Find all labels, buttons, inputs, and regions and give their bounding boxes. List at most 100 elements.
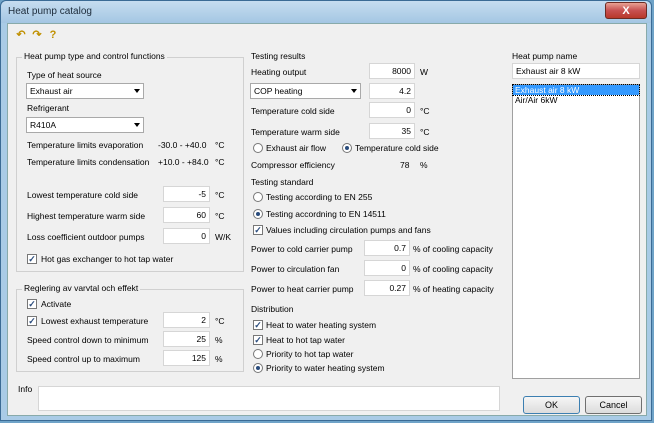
fan-field[interactable]: 0 xyxy=(364,260,410,276)
lowest-cold-label: Lowest temperature cold side xyxy=(27,190,139,200)
list-item[interactable]: Air/Air 6kW xyxy=(513,95,639,105)
cond-label: Temperature limits condensation xyxy=(27,157,150,167)
activate-checkbox[interactable]: ✓ xyxy=(27,299,37,309)
speed-down-label: Speed control down to minimum xyxy=(27,335,149,345)
heat-pump-power-label: Power to heat carrier pump xyxy=(251,284,354,294)
exhaust-air-flow-radio[interactable] xyxy=(253,143,263,153)
undo-icon[interactable]: ↶ xyxy=(14,28,28,42)
evap-label: Temperature limits evaporation xyxy=(27,140,144,150)
highest-warm-unit: °C xyxy=(215,211,225,221)
warm-side-field[interactable]: 35 xyxy=(369,123,415,139)
cancel-button[interactable]: Cancel xyxy=(585,396,642,414)
water-heating-label: Heat to water heating system xyxy=(266,320,377,330)
cop-select-value: COP heating xyxy=(254,86,303,96)
heat-pump-power-unit: % of heating capacity xyxy=(413,284,494,294)
warm-side-unit: °C xyxy=(420,127,430,137)
fan-label: Power to circulation fan xyxy=(251,264,340,274)
heat-pump-name-field[interactable]: Exhaust air 8 kW xyxy=(512,63,640,79)
temperature-cold-side-radio[interactable] xyxy=(342,143,352,153)
hotgas-label: Hot gas exchanger to hot tap water xyxy=(41,254,174,264)
fan-unit: % of cooling capacity xyxy=(413,264,493,274)
en255-radio[interactable] xyxy=(253,192,263,202)
heating-output-field[interactable]: 8000 xyxy=(369,63,415,79)
compressor-unit: % xyxy=(420,160,428,170)
distribution-title: Distribution xyxy=(251,304,294,314)
lowest-cold-unit: °C xyxy=(215,190,225,200)
speed-down-unit: % xyxy=(215,335,223,345)
values-incl-label: Values including circulation pumps and f… xyxy=(266,225,431,235)
speed-down-field[interactable]: 25 xyxy=(163,331,210,347)
info-label: Info xyxy=(18,384,33,394)
heat-source-select[interactable]: Exhaust air xyxy=(26,83,144,99)
cold-side-field[interactable]: 0 xyxy=(369,102,415,118)
loss-field[interactable]: 0 xyxy=(163,228,210,244)
chevron-down-icon xyxy=(134,123,140,127)
compressor-value: 78 xyxy=(400,160,410,170)
loss-label: Loss coefficient outdoor pumps xyxy=(27,232,145,242)
water-heating-checkbox[interactable]: ✓ xyxy=(253,320,263,330)
speed-up-field[interactable]: 125 xyxy=(163,350,210,366)
values-incl-checkbox[interactable]: ✓ xyxy=(253,225,263,235)
highest-warm-field[interactable]: 60 xyxy=(163,207,210,223)
en14511-label: Testing accordning to EN 14511 xyxy=(266,209,386,219)
refrigerant-select[interactable]: R410A xyxy=(26,117,144,133)
redo-icon[interactable]: ↷ xyxy=(30,28,44,42)
chevron-down-icon xyxy=(134,89,140,93)
source-label: Type of heat source xyxy=(27,70,102,80)
en255-label: Testing according to EN 255 xyxy=(266,192,373,202)
evap-value: -30.0 - +40.0 xyxy=(158,140,207,150)
hot-tap-label: Heat to hot tap water xyxy=(266,335,345,345)
cond-unit: °C xyxy=(215,157,225,167)
cop-field[interactable]: 4.2 xyxy=(369,83,415,99)
heat-source-value: Exhaust air xyxy=(30,86,73,96)
heat-pump-name-label: Heat pump name xyxy=(512,51,578,61)
help-icon[interactable]: ? xyxy=(46,28,60,42)
lowest-exhaust-label: Lowest exhaust temperature xyxy=(41,316,149,326)
speed-up-label: Speed control up to maximum xyxy=(27,354,140,364)
dialog-body: ↶ ↷ ? Heat pump type and control functio… xyxy=(7,23,647,416)
priority-hot-tap-radio[interactable] xyxy=(253,349,263,359)
group-title: Reglering av varvtal och effekt xyxy=(22,283,141,293)
temperature-cold-side-label: Temperature cold side xyxy=(355,143,439,153)
title-bar[interactable]: Heat pump catalog X xyxy=(1,1,651,23)
close-button[interactable]: X xyxy=(605,2,647,19)
cold-pump-unit: % of cooling capacity xyxy=(413,244,493,254)
ok-button[interactable]: OK xyxy=(523,396,580,414)
priority-hot-tap-label: Priority to hot tap water xyxy=(266,349,354,359)
compressor-label: Compressor efficiency xyxy=(251,160,335,170)
exhaust-air-flow-label: Exhaust air flow xyxy=(266,143,326,153)
cold-pump-label: Power to cold carrier pump xyxy=(251,244,353,254)
cold-side-unit: °C xyxy=(420,106,430,116)
cold-pump-field[interactable]: 0.7 xyxy=(364,240,410,256)
evap-unit: °C xyxy=(215,140,225,150)
chevron-down-icon xyxy=(351,89,357,93)
priority-water-label: Priority to water heating system xyxy=(266,363,385,373)
heating-output-unit: W xyxy=(420,67,429,77)
heat-pump-power-field[interactable]: 0.27 xyxy=(364,280,410,296)
loss-unit: W/K xyxy=(215,232,232,242)
warm-side-label: Temperature warm side xyxy=(251,127,340,137)
testing-standard-title: Testing standard xyxy=(251,177,314,187)
hotgas-checkbox[interactable]: ✓ xyxy=(27,254,37,264)
en14511-radio[interactable] xyxy=(253,209,263,219)
dialog-window: Heat pump catalog X ↶ ↷ ? Heat pump type… xyxy=(0,0,652,421)
refrigerant-value: R410A xyxy=(30,120,56,130)
hot-tap-checkbox[interactable]: ✓ xyxy=(253,335,263,345)
lowest-cold-field[interactable]: -5 xyxy=(163,186,210,202)
activate-label: Activate xyxy=(41,299,72,309)
list-item[interactable]: Exhaust air 8 kW xyxy=(512,84,640,96)
cop-select[interactable]: COP heating xyxy=(250,83,361,99)
window-title: Heat pump catalog xyxy=(8,6,92,17)
cold-side-label: Temperature cold side xyxy=(251,106,335,116)
info-field[interactable] xyxy=(38,386,500,411)
speed-up-unit: % xyxy=(215,354,223,364)
heat-pump-list[interactable]: Exhaust air 8 kW Air/Air 6kW xyxy=(512,84,640,379)
highest-warm-label: Highest temperature warm side xyxy=(27,211,146,221)
lowest-exhaust-unit: °C xyxy=(215,316,225,326)
testing-results-title: Testing results xyxy=(251,51,306,61)
lowest-exhaust-checkbox[interactable]: ✓ xyxy=(27,316,37,326)
priority-water-radio[interactable] xyxy=(253,363,263,373)
lowest-exhaust-field[interactable]: 2 xyxy=(163,312,210,328)
cond-value: +10.0 - +84.0 xyxy=(158,157,209,167)
refrigerant-label: Refrigerant xyxy=(27,103,70,113)
